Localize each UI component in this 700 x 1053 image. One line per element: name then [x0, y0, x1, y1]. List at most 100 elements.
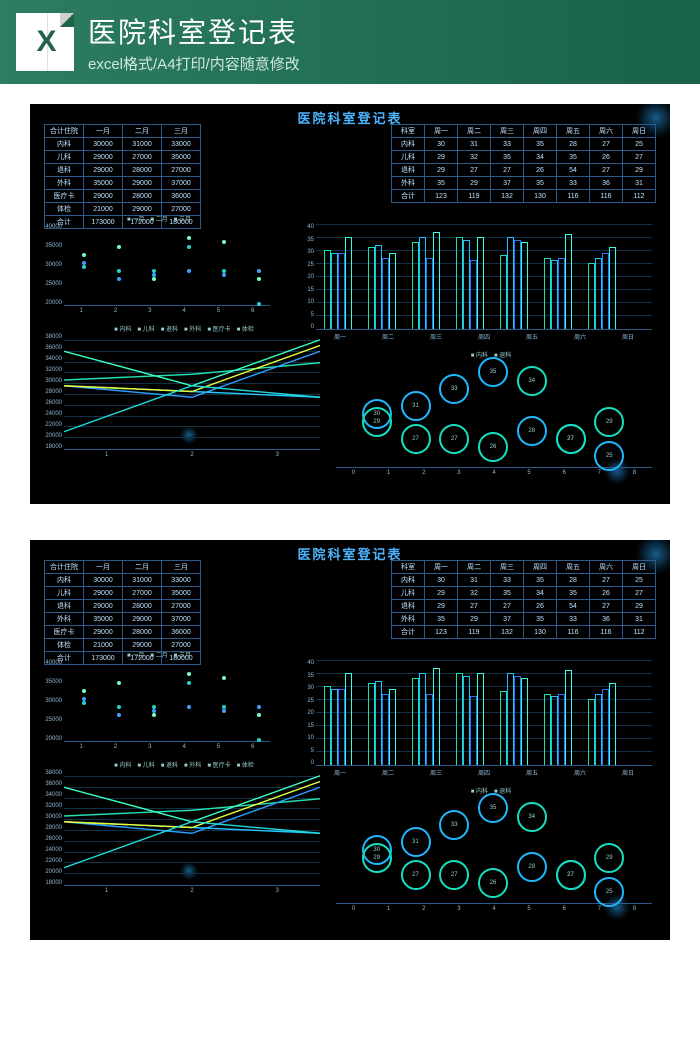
table-cell: 33000: [162, 138, 201, 151]
legend-item: 三月: [174, 650, 191, 659]
data-point: [152, 277, 156, 281]
table-header: 科室: [392, 561, 425, 574]
table-header: 三月: [162, 125, 201, 138]
table-cell: 37000: [162, 613, 201, 626]
bubble: 25: [594, 877, 624, 907]
legend-item: 内科: [114, 760, 131, 769]
table-cell: 33: [491, 574, 524, 587]
plot-area: 3031333528272529272726342729: [336, 798, 652, 904]
table-header: 二月: [123, 125, 162, 138]
table-row: 儿科290002700035000: [45, 587, 201, 600]
table-cell: 123: [425, 626, 458, 639]
bar: [565, 234, 572, 329]
table-cell: 29000: [84, 587, 123, 600]
table-cell: 31000: [123, 138, 162, 151]
plot-area: [64, 224, 270, 306]
bar: [500, 691, 507, 765]
bar: [521, 678, 528, 765]
bubble: 27: [439, 860, 469, 890]
bar-chart: 4035302520151050周一周二周三周四周五周六周日: [296, 660, 656, 780]
legend-item: 退科: [161, 760, 178, 769]
bubble: 31: [401, 827, 431, 857]
bar: [338, 253, 345, 329]
data-point: [117, 245, 121, 249]
table-cell: 132: [491, 190, 524, 203]
bubble: 27: [556, 424, 586, 454]
table-cell: 医疗卡: [45, 626, 84, 639]
table-cell: 54: [557, 600, 590, 613]
bubble: 29: [362, 843, 392, 873]
table-row: 合计123119132130116116112: [392, 190, 656, 203]
table-cell: 123: [425, 190, 458, 203]
legend-item: 儿科: [137, 324, 154, 333]
data-point: [257, 713, 261, 717]
table-cell: 27000: [162, 600, 201, 613]
bar: [551, 696, 558, 765]
table-cell: 外科: [45, 177, 84, 190]
table-cell: 33000: [162, 574, 201, 587]
bar: [456, 673, 463, 765]
table-cell: 28000: [123, 190, 162, 203]
table-cell: 退科: [392, 164, 425, 177]
table-row: 外科35293735333631: [392, 177, 656, 190]
bubble: 27: [556, 860, 586, 890]
table-cell: 29000: [84, 190, 123, 203]
bar: [456, 237, 463, 329]
table-cell: 33: [557, 613, 590, 626]
bar: [602, 689, 609, 765]
data-point: [82, 697, 86, 701]
data-point: [187, 672, 191, 676]
bar: [382, 258, 389, 329]
x-axis: 012345678: [336, 906, 652, 918]
bar: [609, 247, 616, 329]
table-cell: 30: [425, 574, 458, 587]
table-header: 一月: [84, 561, 123, 574]
table-row: 内科300003100033000: [45, 138, 201, 151]
data-point: [257, 302, 261, 306]
table-cell: 37: [491, 613, 524, 626]
table-header: 周四: [524, 561, 557, 574]
x-axis: 123: [64, 452, 320, 464]
table-cell: 29: [623, 164, 656, 177]
data-point: [82, 253, 86, 257]
bar: [338, 689, 345, 765]
data-point: [82, 265, 86, 269]
chart-legend: 内科儿科退科外科医疗卡体检: [44, 324, 324, 333]
bubble: 27: [401, 860, 431, 890]
data-table-right: 科室周一周二周三周四周五周六周日内科30313335282725儿科293235…: [391, 124, 656, 203]
plot-area: [316, 224, 652, 330]
table-row: 退科29272726542729: [392, 164, 656, 177]
table-cell: 29000: [84, 626, 123, 639]
bar: [602, 253, 609, 329]
table-cell: 25: [623, 138, 656, 151]
bubble: 27: [401, 424, 431, 454]
bubble: 26: [478, 868, 508, 898]
line-chart: 内科儿科退科外科医疗卡体检380003600034000320003000028…: [44, 334, 324, 464]
table-row: 合计123119132130116116112: [392, 626, 656, 639]
data-point: [187, 269, 191, 273]
data-table-right: 科室周一周二周三周四周五周六周日内科30313335282725儿科293235…: [391, 560, 656, 639]
table-cell: 27000: [123, 587, 162, 600]
plot-area: [64, 660, 270, 742]
legend-item: 医疗卡: [207, 760, 230, 769]
table-cell: 119: [458, 626, 491, 639]
bubble: 28: [517, 852, 547, 882]
bar: [500, 255, 507, 329]
y-axis: 3800036000340003200030000280002600024000…: [44, 334, 62, 450]
data-point: [257, 277, 261, 281]
table-cell: 31: [458, 574, 491, 587]
bubble: 29: [594, 843, 624, 873]
table-cell: 29: [623, 600, 656, 613]
table-cell: 27: [491, 164, 524, 177]
bar: [375, 245, 382, 329]
data-point: [117, 277, 121, 281]
scatter-chart: 一月二月三月4000035000300002500020000123456: [44, 224, 274, 320]
x-axis: 123456: [64, 744, 270, 756]
bar: [375, 681, 382, 765]
bubble: 28: [517, 416, 547, 446]
table-cell: 27: [623, 151, 656, 164]
table-header: 二月: [123, 561, 162, 574]
bubble: 34: [517, 802, 547, 832]
table-cell: 116: [557, 626, 590, 639]
bar: [521, 242, 528, 329]
